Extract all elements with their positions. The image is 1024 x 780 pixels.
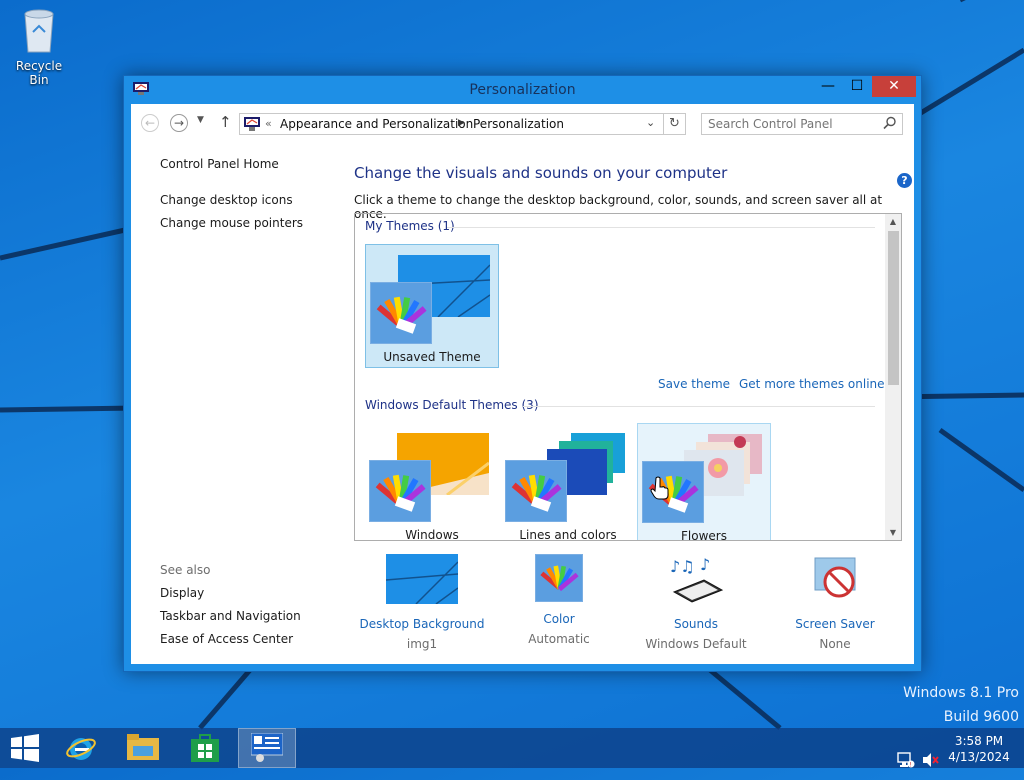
close-button[interactable]: ✕: [872, 76, 916, 97]
windows-logo-icon: [11, 734, 39, 762]
svg-text:♪♫: ♪♫: [670, 557, 695, 576]
hand-cursor-icon: [650, 476, 669, 500]
taskbar-navigation-link[interactable]: Taskbar and Navigation: [160, 609, 301, 623]
change-desktop-icons-link[interactable]: Change desktop icons: [160, 193, 293, 207]
sounds-setting[interactable]: ♪♫ ♪ Sounds Windows Default: [631, 554, 761, 651]
breadcrumb-personalization[interactable]: Personalization: [473, 117, 564, 131]
folder-icon: [127, 734, 159, 760]
edition-watermark: Windows 8.1 Pro: [903, 685, 1019, 701]
save-theme-link[interactable]: Save theme: [658, 377, 730, 391]
screen-saver-label[interactable]: Screen Saver: [770, 617, 900, 631]
my-themes-label: My Themes (1): [365, 219, 455, 233]
clock-time: 3:58 PM: [954, 734, 1004, 748]
sounds-icon: ♪♫ ♪: [670, 555, 724, 603]
personalization-icon: [251, 733, 283, 762]
taskbar: ! 3:58 PM 4/13/2024: [0, 728, 1024, 769]
scroll-up-icon[interactable]: ▲: [885, 217, 901, 226]
control-panel-taskbar-button[interactable]: [238, 728, 296, 768]
title-bar[interactable]: Personalization — ☐ ✕: [124, 76, 921, 104]
theme-tile-flowers[interactable]: Flowers: [637, 423, 771, 541]
back-button[interactable]: ←: [141, 114, 159, 132]
theme-list: My Themes (1) Unsaved Theme Save theme G…: [354, 213, 902, 541]
color-palette-icon: [535, 554, 583, 602]
up-button[interactable]: ↑: [219, 113, 232, 131]
desktop-background-value: img1: [406, 637, 438, 651]
refresh-button[interactable]: ↻: [664, 113, 686, 135]
internet-explorer-button[interactable]: [52, 728, 110, 768]
maximize-button[interactable]: ☐: [843, 76, 871, 97]
navigation-bar: ← → ▼ ↑ « Appearance and Personalization…: [131, 104, 914, 144]
window-client: ← → ▼ ↑ « Appearance and Personalization…: [131, 104, 914, 664]
svg-text:♪: ♪: [700, 555, 710, 574]
file-explorer-button[interactable]: [114, 728, 172, 768]
see-also-heading: See also: [160, 563, 211, 577]
control-panel-home-link[interactable]: Control Panel Home: [160, 157, 279, 171]
theme-name: Lines and colors: [519, 528, 617, 541]
forward-button[interactable]: →: [170, 114, 188, 132]
recycle-bin-label: Recycle Bin: [15, 59, 63, 87]
internet-explorer-icon: [66, 738, 96, 760]
default-themes-label: Windows Default Themes (3): [365, 398, 539, 412]
color-setting[interactable]: Color Automatic: [494, 554, 624, 646]
search-box[interactable]: [701, 113, 903, 135]
theme-tile-lines-and-colors[interactable]: Lines and colors: [501, 423, 635, 541]
breadcrumb-appearance[interactable]: Appearance and Personalization: [280, 117, 473, 131]
minimize-button[interactable]: —: [814, 76, 842, 97]
color-label[interactable]: Color: [494, 612, 624, 626]
volume-muted-icon[interactable]: [922, 740, 940, 780]
scroll-down-icon[interactable]: ▼: [885, 528, 901, 537]
color-palette-icon: [369, 460, 431, 522]
theme-name: Unsaved Theme: [383, 350, 481, 364]
clock-date: 4/13/2024: [948, 750, 1010, 764]
search-input[interactable]: [708, 116, 876, 132]
desktop-background-setting[interactable]: Desktop Background img1: [357, 554, 487, 651]
address-bar[interactable]: « Appearance and Personalization ▶ Perso…: [239, 113, 664, 135]
store-button[interactable]: [176, 728, 234, 768]
search-icon[interactable]: [883, 116, 897, 130]
theme-name: Flowers: [681, 529, 727, 541]
change-mouse-pointers-link[interactable]: Change mouse pointers: [160, 216, 303, 230]
network-icon[interactable]: !: [897, 740, 915, 780]
scrollbar-thumb[interactable]: [888, 231, 899, 385]
theme-tile-windows[interactable]: Windows: [365, 423, 499, 541]
color-palette-icon: [370, 282, 432, 344]
ease-of-access-link[interactable]: Ease of Access Center: [160, 632, 293, 646]
sounds-value: Windows Default: [645, 637, 747, 651]
color-value: Automatic: [528, 632, 590, 646]
theme-name: Windows: [405, 528, 459, 541]
window-title: Personalization: [469, 82, 576, 98]
build-watermark: Build 9600: [943, 709, 1019, 725]
store-icon: [191, 734, 219, 762]
desktop-background-label[interactable]: Desktop Background: [357, 617, 487, 631]
recycle-bin[interactable]: Recycle Bin: [6, 6, 72, 87]
theme-tile-unsaved[interactable]: Unsaved Theme: [365, 244, 499, 368]
help-icon[interactable]: ?: [897, 173, 912, 188]
svg-text:!: !: [909, 762, 911, 769]
sounds-label[interactable]: Sounds: [631, 617, 761, 631]
personalization-window: Personalization — ☐ ✕ ← → ▼ ↑ « Appearan…: [123, 75, 922, 672]
start-button[interactable]: [0, 728, 50, 768]
theme-list-scrollbar[interactable]: ▲ ▼: [885, 214, 901, 540]
breadcrumb-separator-icon[interactable]: ▶: [458, 118, 465, 128]
address-dropdown-icon[interactable]: ⌄: [646, 116, 655, 129]
system-clock[interactable]: 3:58 PM 4/13/2024: [948, 733, 1010, 765]
screen-saver-icon: [814, 557, 856, 598]
color-palette-icon: [505, 460, 567, 522]
get-more-themes-link[interactable]: Get more themes online: [739, 377, 885, 391]
display-link[interactable]: Display: [160, 586, 204, 600]
recycle-bin-icon: [24, 9, 54, 53]
overflow-chevron-icon[interactable]: «: [265, 117, 272, 130]
screen-saver-value: None: [819, 637, 851, 651]
desktop-background-icon: [385, 554, 459, 605]
screen-saver-setting[interactable]: Screen Saver None: [770, 554, 900, 651]
page-title: Change the visuals and sounds on your co…: [354, 164, 728, 182]
group-divider: [447, 227, 875, 228]
group-divider: [523, 406, 875, 407]
recent-locations-icon[interactable]: ▼: [197, 115, 204, 125]
control-panel-icon: [244, 117, 260, 131]
